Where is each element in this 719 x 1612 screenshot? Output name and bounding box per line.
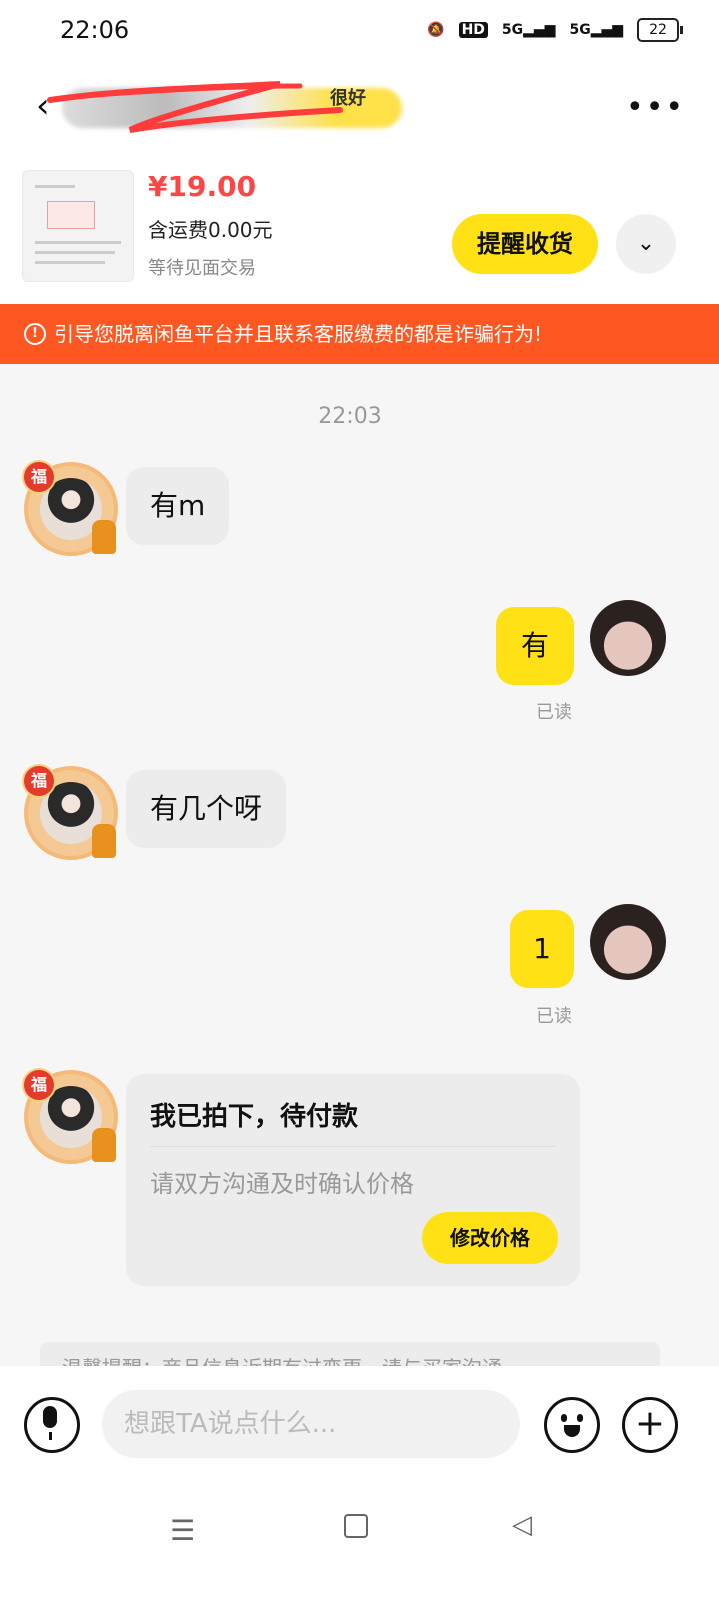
product-price: ¥19.00: [148, 170, 257, 203]
back-triangle-icon[interactable]: ◁: [512, 1510, 532, 1540]
system-notice-text: 温馨提醒：商品信息近期有过变更，请与买家沟通: [62, 1352, 502, 1366]
status-icons: 🔕 HD 5G▂▄▆ 5G▂▄▆ 22: [427, 18, 683, 42]
card-divider: [150, 1146, 556, 1147]
fortune-badge: 福: [22, 1068, 56, 1102]
signal-icon-2: 5G▂▄▆: [569, 22, 623, 38]
battery-icon: 22: [637, 18, 683, 42]
menu-icon[interactable]: ☰: [170, 1514, 195, 1547]
warning-icon: !: [24, 323, 46, 345]
my-avatar[interactable]: [590, 904, 666, 980]
pony-sticker-icon: [92, 824, 116, 858]
fraud-warning-banner: ! 引导您脱离闲鱼平台并且联系客服缴费的都是诈骗行为!: [0, 304, 719, 364]
pony-sticker-icon: [92, 520, 116, 554]
chat-timestamp: 22:03: [318, 404, 382, 429]
warning-text: 引导您脱离闲鱼平台并且联系客服缴费的都是诈骗行为!: [54, 322, 543, 346]
status-bar: 22:06 🔕 HD 5G▂▄▆ 5G▂▄▆ 22: [0, 0, 719, 64]
message-bubble-right[interactable]: 1: [510, 910, 574, 988]
mute-icon: 🔕: [427, 22, 445, 38]
product-thumbnail[interactable]: [22, 170, 134, 282]
shipping-fee: 含运费0.00元: [148, 218, 273, 242]
order-card-subtitle: 请双方沟通及时确认价格: [150, 1170, 414, 1198]
modify-price-button[interactable]: 修改价格: [422, 1212, 558, 1264]
message-bubble-left[interactable]: 有几个呀: [126, 770, 287, 848]
order-card-title: 我已拍下，待付款: [150, 1102, 359, 1132]
microphone-icon-body: [43, 1406, 57, 1428]
system-notice: 温馨提醒：商品信息近期有过变更，请与买家沟通: [40, 1342, 660, 1366]
fortune-badge: 福: [22, 764, 56, 798]
remind-receipt-button[interactable]: 提醒收货: [452, 214, 598, 274]
microphone-icon-stand: [49, 1432, 52, 1440]
system-nav-bar: [0, 1482, 719, 1612]
signal-icon: 5G▂▄▆: [501, 22, 556, 38]
redaction-scribble: [47, 81, 343, 133]
hd-icon: HD: [458, 22, 488, 38]
message-bubble-left[interactable]: 有m: [126, 467, 230, 545]
my-avatar[interactable]: [590, 600, 666, 676]
emoji-icon[interactable]: [544, 1397, 600, 1453]
home-icon[interactable]: [344, 1514, 368, 1538]
fortune-badge: 福: [22, 460, 56, 494]
plus-icon[interactable]: +: [622, 1397, 678, 1453]
order-status: 等待见面交易: [148, 258, 256, 279]
status-time: 22:06: [60, 16, 130, 44]
message-bubble-right[interactable]: 有: [496, 607, 574, 685]
back-arrow-icon[interactable]: ‹: [36, 86, 50, 126]
message-input[interactable]: 想跟TA说点什么...: [102, 1390, 520, 1458]
pony-sticker-icon: [92, 1128, 116, 1162]
more-dots-icon[interactable]: •••: [626, 90, 685, 125]
chevron-down-icon[interactable]: ⌄: [616, 214, 676, 274]
read-status: 已读: [536, 702, 572, 723]
read-status: 已读: [536, 1006, 572, 1027]
